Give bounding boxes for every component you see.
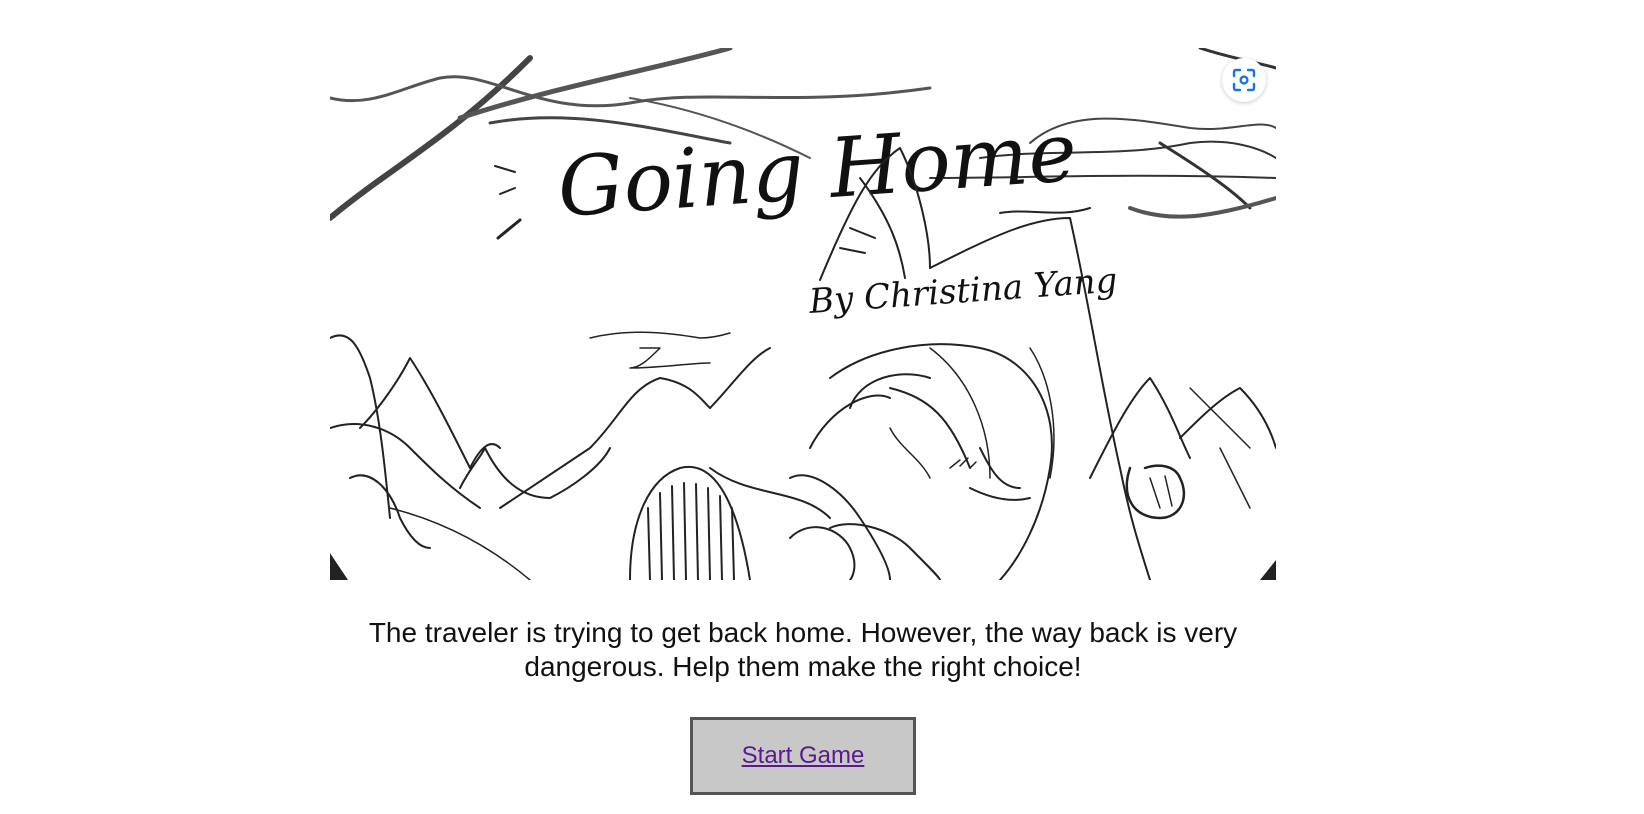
- title-illustration: Going Home By Christina Yang: [330, 48, 1276, 580]
- page: Going Home By Christina Yang The travele…: [0, 0, 1644, 814]
- intro-text: The traveler is trying to get back home.…: [368, 617, 1238, 682]
- lens-scan-icon: [1232, 68, 1256, 92]
- start-game-link[interactable]: Start Game: [742, 742, 865, 770]
- svg-text:By Christina Yang: By Christina Yang: [807, 261, 1119, 323]
- visual-search-button[interactable]: [1222, 58, 1266, 102]
- start-game-button[interactable]: Start Game: [690, 717, 916, 795]
